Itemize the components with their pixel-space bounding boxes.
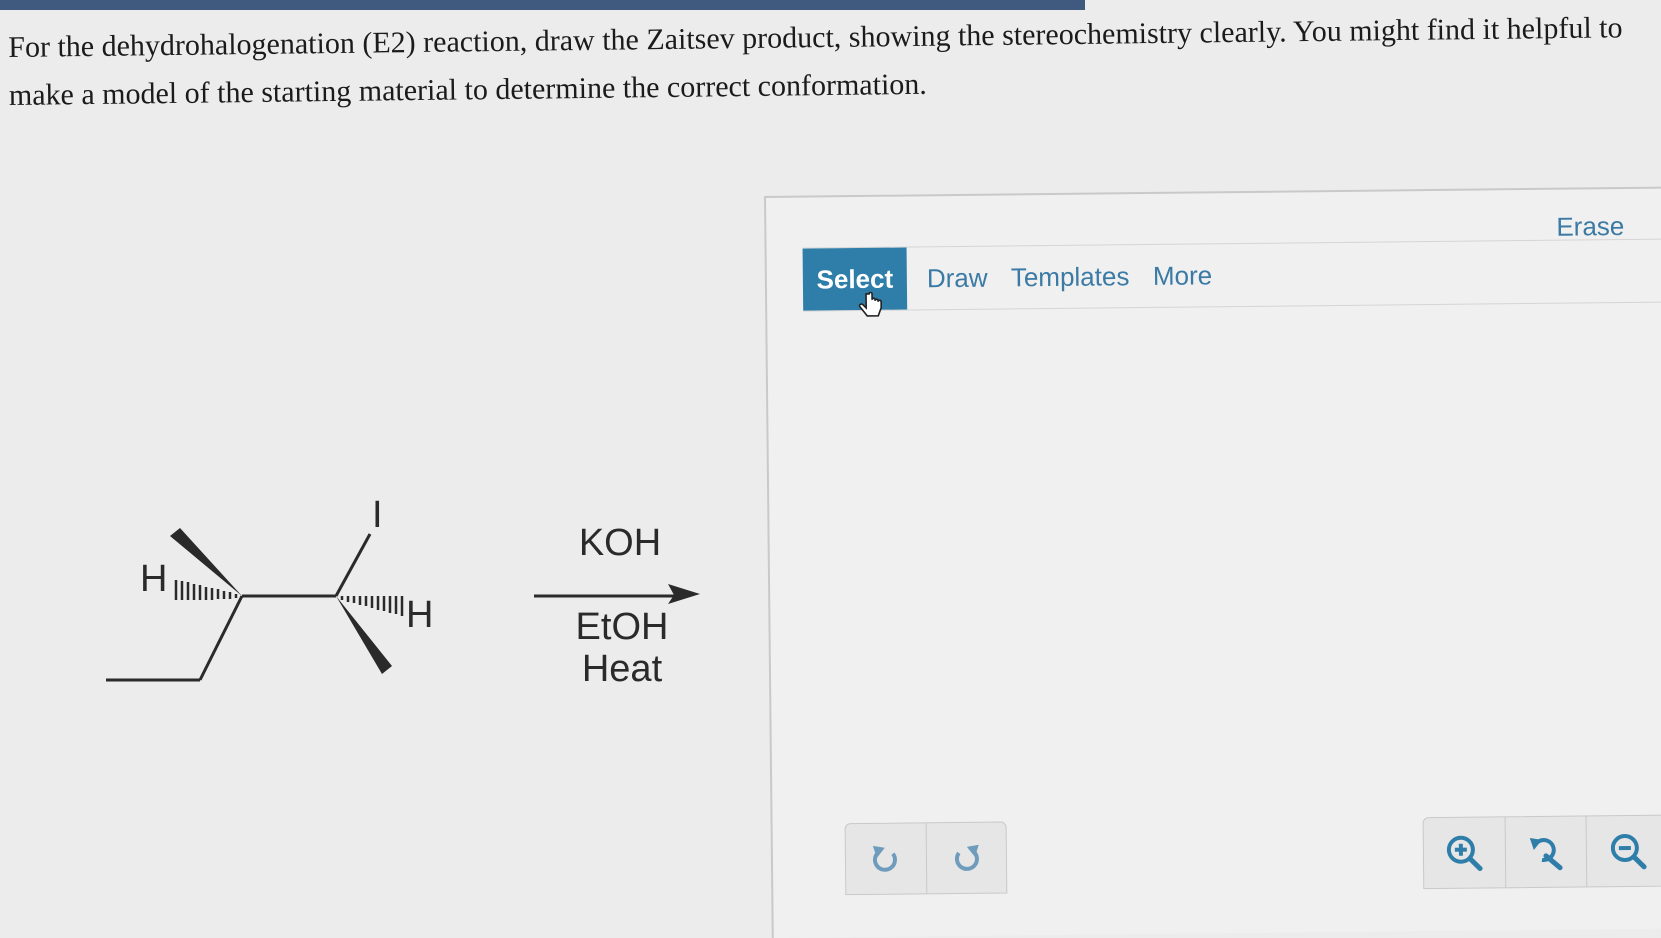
reagent-etoh: EtOH — [562, 608, 682, 646]
erase-button[interactable]: Erase — [1556, 211, 1624, 243]
redo-button[interactable] — [926, 823, 1006, 894]
tool-select[interactable]: Select — [803, 248, 908, 311]
bond-c3-iodine — [336, 534, 370, 596]
tool-more[interactable]: More — [1153, 260, 1213, 292]
zoom-in-button[interactable] — [1424, 817, 1506, 888]
tool-draw[interactable]: Draw — [927, 263, 988, 295]
drawing-panel: Select Draw Templates More Erase — [764, 186, 1661, 938]
question-text: For the dehydrohalogenation (E2) reactio… — [8, 4, 1649, 120]
zoom-out-button[interactable] — [1587, 816, 1661, 887]
undo-button[interactable] — [846, 823, 927, 894]
zoom-controls — [1423, 815, 1661, 890]
bond-c2-c1 — [200, 596, 242, 680]
reagent-koh: KOH — [570, 524, 670, 562]
tool-select-label: Select — [816, 263, 893, 295]
tool-templates[interactable]: Templates — [1011, 261, 1130, 293]
reagent-heat: Heat — [562, 650, 682, 688]
reaction-arrow-head — [668, 584, 700, 604]
atom-label-h-right: H — [406, 596, 433, 634]
zoom-out-icon — [1607, 831, 1647, 871]
undo-icon — [869, 842, 903, 876]
redo-icon — [949, 841, 983, 875]
zoom-reset-icon — [1526, 832, 1566, 872]
zoom-reset-button[interactable] — [1505, 816, 1587, 887]
history-controls — [845, 821, 1008, 895]
drawing-canvas[interactable] — [803, 300, 1661, 809]
atom-label-h-left: H — [140, 560, 167, 598]
reaction-scheme: H I H KOH EtOH Heat — [100, 500, 760, 750]
hash-bond-right — [342, 596, 402, 616]
atom-label-iodine: I — [372, 496, 383, 534]
zoom-in-icon — [1444, 832, 1484, 872]
editor-toolbar: Select Draw Templates More — [803, 238, 1661, 311]
top-bar-tab — [0, 0, 1085, 10]
